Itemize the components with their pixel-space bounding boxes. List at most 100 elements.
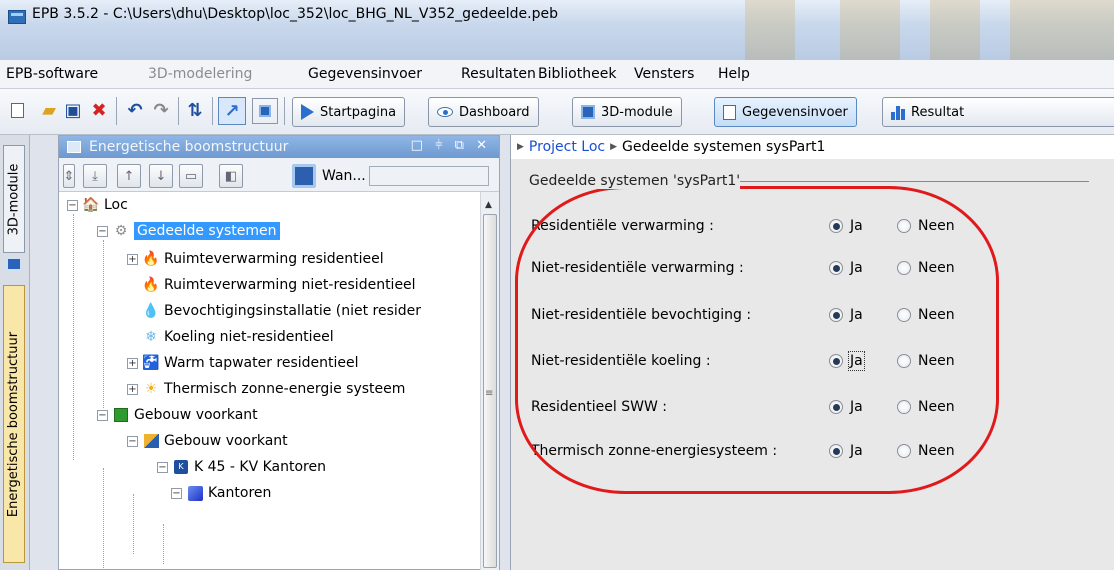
radio-neen[interactable]: Neen xyxy=(897,399,955,415)
dashboard-button[interactable]: Dashboard xyxy=(428,97,539,127)
tree-node-warm-tapwater[interactable]: + 🚰 Warm tapwater residentieel xyxy=(127,350,359,376)
radio-ja[interactable]: Ja xyxy=(829,443,863,459)
radio-neen[interactable]: Neen xyxy=(897,443,955,459)
radio-unselected-icon[interactable] xyxy=(897,219,911,233)
tree-node-kantoren[interactable]: − Kantoren xyxy=(171,480,271,506)
menu-resultaten[interactable]: Resultaten xyxy=(461,66,536,82)
save-icon[interactable]: ▣ xyxy=(62,99,84,121)
radio-neen[interactable]: Neen xyxy=(897,218,955,234)
tree-node-gebouw-voorkant[interactable]: − Gebouw voorkant xyxy=(97,402,258,428)
radio-selected-icon[interactable] xyxy=(829,354,843,368)
move-down-icon[interactable]: ↓ xyxy=(149,164,173,188)
tree-node-loc[interactable]: − 🏠 Loc xyxy=(67,192,128,218)
radio-ja[interactable]: Ja xyxy=(829,260,863,276)
tree-node-k45-kantoren[interactable]: − K K 45 - KV Kantoren xyxy=(157,454,326,480)
redo-icon[interactable]: ↷ xyxy=(150,99,172,121)
radio-selected-icon[interactable] xyxy=(829,444,843,458)
gegevensinvoer-button[interactable]: Gegevensinvoer xyxy=(714,97,857,127)
tree-node-label: Gebouw voorkant xyxy=(164,433,288,449)
expand-toggle-icon[interactable]: ⇕ xyxy=(63,164,75,188)
collapse-icon[interactable]: − xyxy=(157,461,168,473)
view-selector-label[interactable]: Wan... xyxy=(322,168,366,184)
radio-ja[interactable]: Ja xyxy=(829,351,865,371)
radio-selected-icon[interactable] xyxy=(829,400,843,414)
tree-node-label: Ruimteverwarming niet-residentieel xyxy=(164,277,416,293)
tree-node-label: Gedeelde systemen xyxy=(134,222,280,240)
radio-unselected-icon[interactable] xyxy=(897,308,911,322)
app-icon xyxy=(8,10,26,24)
3d-module-button[interactable]: 3D-module xyxy=(572,97,682,127)
tree-node-koeling[interactable]: ❄ Koeling niet-residentieel xyxy=(142,324,334,350)
startpagina-button[interactable]: Startpagina xyxy=(292,97,406,127)
radio-unselected-icon[interactable] xyxy=(897,261,911,275)
section-title-text: Gedeelde systemen 'sysPart1' xyxy=(529,173,741,189)
background-blur xyxy=(930,0,980,60)
background-blur xyxy=(745,0,795,60)
undo-icon[interactable]: ↶ xyxy=(124,99,146,121)
radio-ja[interactable]: Ja xyxy=(829,399,863,415)
tree-panel: Energetische boomstructuur □ ⫩ ⧉ ✕ ⇕ ⤓ ↑… xyxy=(58,135,500,570)
tree-scrollbar[interactable]: ▲ ≡ xyxy=(480,192,499,570)
collapse-icon[interactable]: − xyxy=(171,487,182,499)
expand-icon[interactable]: + xyxy=(127,383,138,395)
radio-neen[interactable]: Neen xyxy=(897,307,955,323)
menu-help[interactable]: Help xyxy=(718,66,750,82)
tree-search-input[interactable] xyxy=(369,166,489,186)
collapse-icon[interactable]: − xyxy=(97,225,108,237)
collapse-icon[interactable]: − xyxy=(127,435,138,447)
menu-bibliotheek[interactable]: Bibliotheek xyxy=(538,66,616,82)
radio-unselected-icon[interactable] xyxy=(897,400,911,414)
pointer-tool-icon[interactable]: ↗ xyxy=(218,97,246,125)
radio-unselected-icon[interactable] xyxy=(897,354,911,368)
radio-unselected-icon[interactable] xyxy=(897,444,911,458)
panel-window-controls[interactable]: □ ⫩ ⧉ ✕ xyxy=(411,138,491,153)
expand-icon[interactable]: + xyxy=(127,253,138,265)
radio-selected-icon[interactable] xyxy=(829,219,843,233)
radio-ja-label: Ja xyxy=(850,218,863,234)
grid-icon[interactable]: ▭ xyxy=(179,164,203,188)
radio-neen[interactable]: Neen xyxy=(897,353,955,369)
new-file-icon[interactable] xyxy=(6,99,28,121)
close-file-icon[interactable]: ✖ xyxy=(88,99,110,121)
tab-3d-module[interactable]: 3D-module xyxy=(3,145,25,253)
menu-epb-software[interactable]: EPB-software xyxy=(6,66,98,82)
building-icon: 🏠 xyxy=(82,197,100,213)
cube-icon[interactable]: ◧ xyxy=(219,164,243,188)
section-title: Gedeelde systemen 'sysPart1' xyxy=(529,173,1089,189)
eye-icon xyxy=(437,107,453,117)
resultaten-button[interactable]: Resultat xyxy=(882,97,1114,127)
collapse-icon[interactable]: − xyxy=(67,199,78,211)
tree-node-ruimteverwarming-res[interactable]: + 🔥 Ruimteverwarming residentieel xyxy=(127,246,384,272)
tree-connector xyxy=(133,494,134,554)
menu-3d-modelering[interactable]: 3D-modelering xyxy=(148,66,252,82)
collapse-icon[interactable]: − xyxy=(97,409,108,421)
tab-energetische-boomstructuur[interactable]: Energetische boomstructuur xyxy=(3,285,25,563)
view-cube-icon[interactable] xyxy=(292,164,316,188)
cube-view-icon[interactable] xyxy=(252,98,278,124)
menu-gegevensinvoer[interactable]: Gegevensinvoer xyxy=(308,66,422,82)
open-folder-icon[interactable]: ▰ xyxy=(38,99,60,121)
radio-selected-icon[interactable] xyxy=(829,308,843,322)
breadcrumb-project-link[interactable]: Project Loc xyxy=(529,139,605,155)
radio-ja[interactable]: Ja xyxy=(829,218,863,234)
menu-vensters[interactable]: Vensters xyxy=(634,66,694,82)
refresh-icon[interactable]: ⇅ xyxy=(184,99,206,121)
play-icon xyxy=(301,104,314,120)
side-tab-strip: 3D-module Energetische boomstructuur xyxy=(0,135,30,570)
tree-node-ruimteverwarming-niet-res[interactable]: 🔥 Ruimteverwarming niet-residentieel xyxy=(142,272,416,298)
tree-node-bevochtiging[interactable]: 💧 Bevochtigingsinstallatie (niet resider xyxy=(142,298,421,324)
radio-ja[interactable]: Ja xyxy=(829,307,863,323)
collapse-icon[interactable]: ⤓ xyxy=(83,164,107,188)
tree-node-label: Thermisch zonne-energie systeem xyxy=(164,381,406,397)
tree-node-thermisch-zonne[interactable]: + ☀ Thermisch zonne-energie systeem xyxy=(127,376,405,402)
move-up-icon[interactable]: ↑ xyxy=(117,164,141,188)
radio-neen[interactable]: Neen xyxy=(897,260,955,276)
tree-node-gedeelde-systemen[interactable]: − ⚙ Gedeelde systemen xyxy=(97,218,280,244)
expand-icon[interactable]: + xyxy=(127,357,138,369)
scroll-up-icon[interactable]: ▲ xyxy=(485,200,492,210)
form-row-thermisch-zonne-energiesysteem: Thermisch zonne-energiesysteem : Ja Neen xyxy=(531,438,971,468)
scroll-grip-icon: ≡ xyxy=(485,388,494,399)
row-label: Niet-residentiële koeling : xyxy=(531,353,711,369)
radio-selected-icon[interactable] xyxy=(829,261,843,275)
tree-node-gebouw-voorkant-unit[interactable]: − Gebouw voorkant xyxy=(127,428,288,454)
